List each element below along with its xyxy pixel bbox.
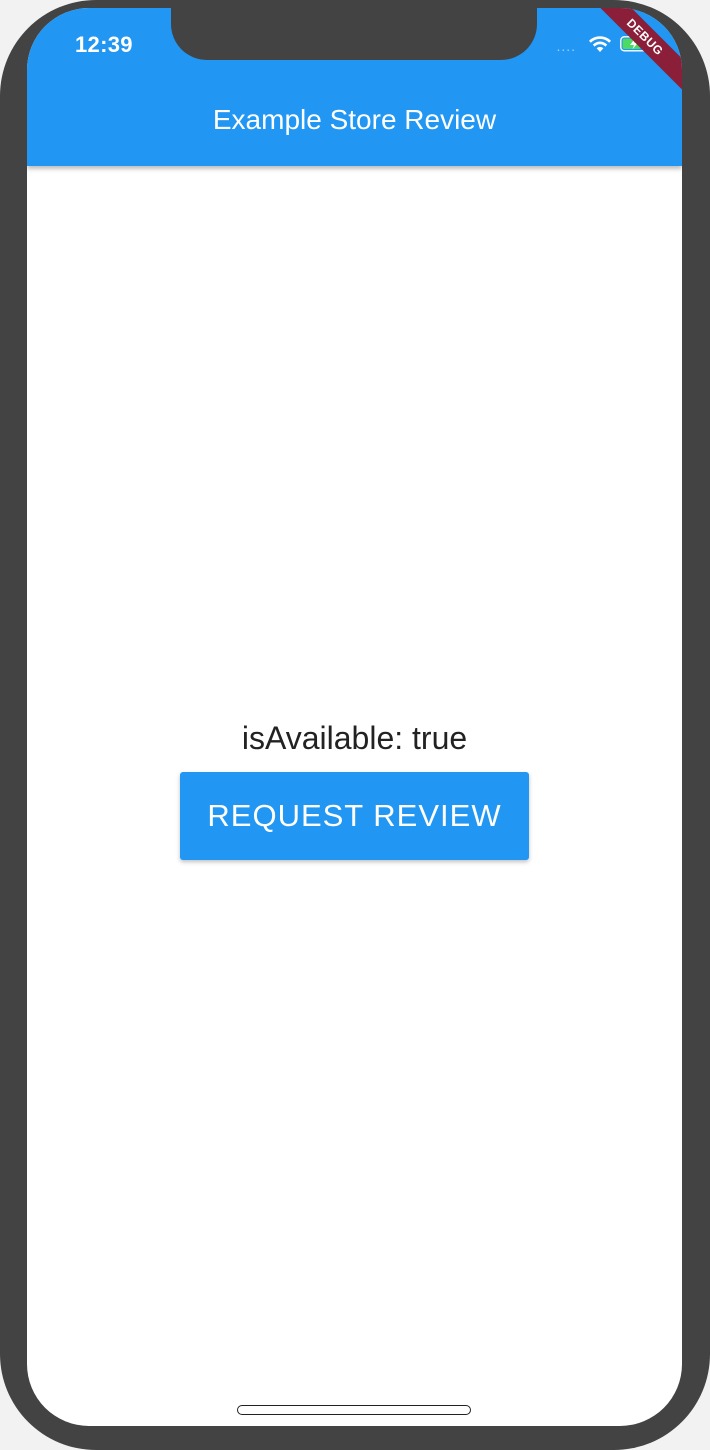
signal-dots-icon: ....: [556, 38, 576, 54]
device-notch: [171, 8, 537, 60]
availability-status-text: isAvailable: true: [241, 720, 468, 756]
status-time: 12:39: [75, 32, 133, 57]
main-content: isAvailable: true REQUEST REVIEW: [27, 166, 682, 1426]
home-indicator[interactable]: [237, 1405, 471, 1415]
device-frame: 12:39 .... Example Store Review DEBUG is…: [0, 0, 710, 1450]
page-title: Example Store Review: [212, 104, 497, 135]
request-review-button[interactable]: REQUEST REVIEW: [180, 772, 529, 860]
wifi-icon: [588, 35, 612, 58]
phone-screen: 12:39 .... Example Store Review DEBUG is…: [27, 8, 682, 1426]
app-bar: 12:39 .... Example Store Review DEBUG: [27, 8, 682, 166]
